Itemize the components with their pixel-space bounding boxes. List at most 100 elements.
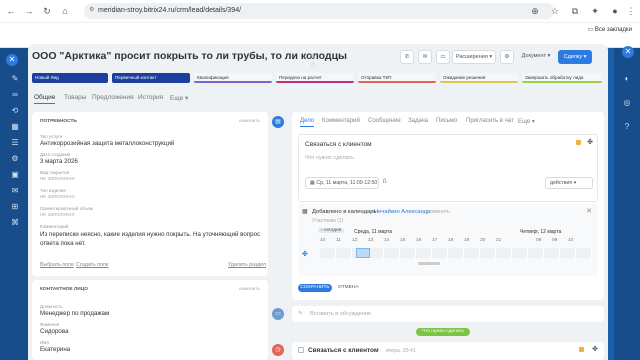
tab-general[interactable]: Общие (34, 94, 56, 104)
tab-message[interactable]: Сообщение (368, 118, 401, 124)
todo-date-picker[interactable]: ▦ Ср, 11 марта, 11:00-12:50 (305, 177, 379, 189)
schedule-grid[interactable] (320, 248, 592, 258)
todo-checkbox[interactable] (298, 347, 304, 353)
message-icon[interactable]: ▭ (436, 50, 450, 64)
chart-icon[interactable]: ⊞ (8, 200, 22, 214)
timeline-editor: Дело Комментарий Сообщение Задача Письмо… (292, 112, 604, 300)
todo-item[interactable]: Связаться с клиентом вчера, 20:41 ✤ (292, 342, 604, 360)
menu-icon[interactable]: ⋮ (624, 4, 638, 18)
tab-invite-chat[interactable]: Пригласить в чат (466, 118, 514, 124)
tasks-icon[interactable]: ⟲ (8, 104, 22, 118)
today-badge[interactable]: ‹ сегодня (318, 228, 345, 233)
comment-input[interactable]: ✎ Вставить в обсуждение (292, 306, 604, 322)
drive-icon[interactable]: ⌘ (8, 216, 22, 230)
doc-icon[interactable]: ▣ (8, 168, 22, 182)
stage-send-offer[interactable]: Отправка ТКП (358, 73, 436, 83)
delete-section-link[interactable]: Удалить раздел (228, 262, 266, 268)
gear-icon[interactable]: ⚙ (500, 50, 514, 64)
save-button[interactable]: СОХРАНИТЬ (298, 284, 332, 292)
tab-more-timeline[interactable]: Еще ▾ (518, 118, 535, 125)
all-bookmarks[interactable]: ▭ Все закладки (588, 26, 632, 33)
deal-button[interactable]: Сделку ▾ (558, 50, 592, 64)
contact-edit-link[interactable]: изменить (239, 287, 260, 292)
flag-icon[interactable] (576, 140, 581, 145)
calendar-user-link[interactable]: Нечайкин Александр (374, 209, 430, 215)
home-icon[interactable]: ⌂ (58, 4, 72, 18)
stage-await-decision[interactable]: Ожидание решения (440, 73, 518, 83)
hour-label: 18 (448, 238, 454, 243)
scheduled-slot[interactable] (356, 248, 370, 258)
grid-scrollbar[interactable] (418, 262, 440, 265)
extension-icon[interactable]: ⧉ (568, 4, 582, 18)
settings-icon[interactable]: ⚙ (8, 152, 22, 166)
field-label: Имя (40, 340, 49, 345)
stage-new-lead[interactable]: Новый Лид (32, 73, 108, 83)
contact-section-title: КОНТАКТНОЕ ЛИЦО (40, 287, 88, 292)
chat-bubble-icon[interactable]: ◎ (620, 96, 634, 110)
choose-field-link[interactable]: Выбрать поле (40, 262, 74, 268)
back-icon[interactable]: ← (4, 4, 18, 18)
reload-icon[interactable]: ↻ (40, 4, 54, 18)
extensions-button[interactable]: Расширения ▾ (452, 50, 496, 64)
tab-task[interactable]: Задача (408, 118, 428, 124)
help-icon[interactable]: ? (620, 120, 634, 134)
chat-icon[interactable]: ✎ (8, 72, 22, 86)
tab-offers[interactable]: Предложения (92, 94, 134, 101)
lead-details-panel: ООО "Арктика" просит покрыть то ли трубы… (28, 44, 608, 360)
todo-editor[interactable]: Связаться с клиентом ✤ Что нужно сделать… (298, 134, 598, 202)
phone-icon[interactable]: ✆ (400, 50, 414, 64)
mail-icon[interactable]: ✉ (8, 184, 22, 198)
stage-primary-contact[interactable]: Первичный контакт (112, 73, 190, 83)
field-label: Комментарий (40, 224, 69, 229)
comment-pencil-icon: ✎ (298, 311, 304, 317)
attach-icon[interactable]: ß (383, 179, 387, 185)
stage-qualification[interactable]: Квалификация (194, 73, 272, 83)
bookmark-star-icon[interactable]: ☆ (548, 4, 562, 18)
tab-more[interactable]: Еще ▾ (170, 94, 188, 102)
translate-icon[interactable]: ⊕ (528, 4, 542, 18)
notification-icon[interactable]: ◐ (620, 72, 634, 86)
link-icon[interactable]: ∞ (8, 88, 22, 102)
tab-email[interactable]: Письмо (436, 118, 457, 124)
extensions-puzzle-icon[interactable]: ✦ (588, 4, 602, 18)
edit-title-icon[interactable]: ✎ ☆ (310, 53, 324, 69)
todo-description-input[interactable]: Что нужно сделать (305, 155, 354, 161)
site-info-icon[interactable]: ⚙ (89, 6, 94, 13)
hour-label: 15 (400, 238, 406, 243)
stage-finish-lead[interactable]: Завершить обработку лида (522, 73, 602, 83)
todo-title[interactable]: Связаться с клиентом (305, 141, 372, 148)
stage-label: Ожидание решения (443, 75, 486, 80)
calendar-close-icon[interactable]: ✕ (586, 207, 592, 215)
grid-icon[interactable]: ▦ (8, 120, 22, 134)
create-field-link[interactable]: Создать поле (76, 262, 109, 268)
actions-dropdown[interactable]: действия ▾ (545, 177, 593, 189)
stage-label: Квалификация (197, 75, 229, 80)
cancel-button[interactable]: ОТМЕНА (338, 285, 359, 290)
address-bar[interactable]: ⚙ meridian-stroy.bitrix24.ru/crm/lead/de… (84, 3, 554, 19)
forward-icon[interactable]: → (22, 4, 36, 18)
document-label: Документ (521, 53, 547, 59)
list-icon[interactable]: ☰ (8, 136, 22, 150)
need-edit-link[interactable]: изменить (239, 119, 260, 124)
profile-icon[interactable]: ● (608, 4, 622, 18)
todo-flag-icon[interactable] (579, 347, 584, 352)
email-icon[interactable]: ✉ (418, 50, 432, 64)
todo-owner-icon: ✤ (592, 346, 598, 353)
todo-item-time: вчера, 20:41 (386, 348, 416, 354)
stage-calc-transfer[interactable]: Передача на расчет (276, 73, 354, 83)
close-slider-icon[interactable]: ✕ (6, 54, 18, 66)
document-button[interactable]: Документ ▾ (518, 50, 554, 64)
hour-label: 09 (552, 238, 558, 243)
calendar-change-link[interactable]: изменить (428, 209, 450, 215)
calendar-icon: ▦ (302, 209, 308, 215)
tab-activity[interactable]: Дело (300, 118, 315, 127)
tab-history[interactable]: История (138, 94, 163, 101)
stage-stripe (276, 81, 354, 83)
todo-item-title[interactable]: Связаться с клиентом (308, 347, 379, 354)
participants-link[interactable]: Участники (1) (312, 218, 343, 224)
tab-comment[interactable]: Комментарий (322, 118, 360, 124)
close-right-icon[interactable]: ✕ (622, 46, 634, 58)
tab-products[interactable]: Товары (64, 94, 86, 101)
comment-icon: ▭ (272, 308, 284, 320)
field-label: Дата создания (40, 152, 71, 157)
